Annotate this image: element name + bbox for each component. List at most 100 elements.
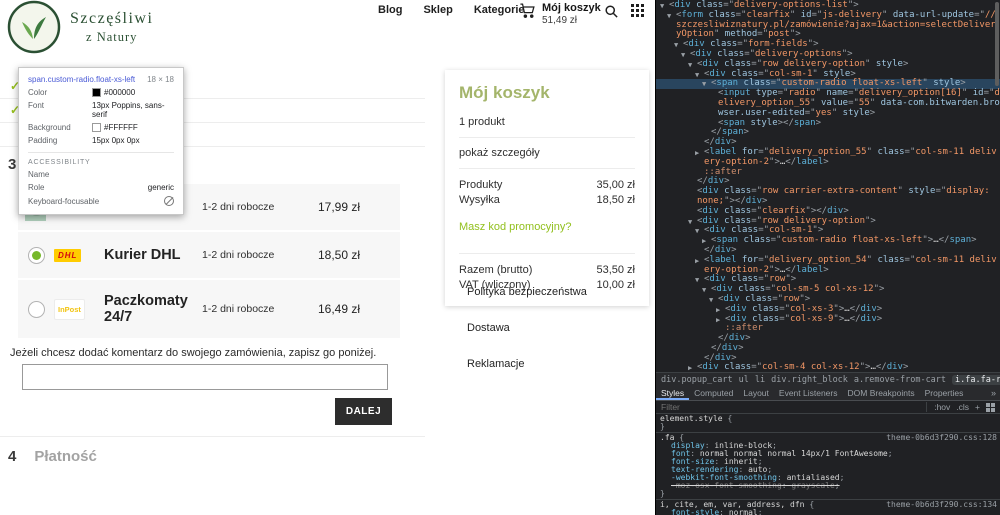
- shipping-radio[interactable]: [28, 301, 45, 318]
- css-rule: theme-0b6d3f290.css:134i, cite, em, var,…: [656, 500, 1000, 515]
- devtools-panel: ▼<div class="delivery-options-list">▼<fo…: [655, 0, 1000, 515]
- breadcrumb-item[interactable]: div.right_block: [771, 375, 848, 385]
- logo-text-line2: z Natury: [70, 30, 153, 45]
- css-declaration[interactable]: font-style: normal;: [660, 509, 996, 515]
- tooltip-header: span.custom-radio.float-xs-left 18 × 18: [28, 75, 174, 84]
- tooltip-row: Padding15px 0px 0px: [28, 136, 174, 145]
- css-rule: theme-0b6d3f290.css:128.fa {display: inl…: [656, 433, 1000, 500]
- cart-summary-title: Mój koszyk: [459, 83, 635, 103]
- tooltip-a11y-row: Name: [28, 170, 174, 179]
- styles-filter-input[interactable]: [661, 402, 771, 412]
- grid-icon[interactable]: [986, 403, 995, 412]
- summary-line: Produkty35,00 zł: [459, 178, 635, 193]
- logo-text: Szczęśliwi z Natury: [70, 10, 153, 45]
- styles-pane: element.style {}theme-0b6d3f290.css:128.…: [656, 414, 1000, 515]
- expand-arrow-icon[interactable]: ▼: [667, 12, 671, 22]
- summary-line: Wysyłka18,50 zł: [459, 193, 635, 208]
- info-link[interactable]: Polityka bezpieczeństwa: [467, 286, 587, 298]
- dom-tree-node[interactable]: ▼<div class="col-sm-5 col-xs-12">: [656, 285, 1000, 295]
- shipping-radio[interactable]: [28, 247, 45, 264]
- style-toggle[interactable]: :hov: [934, 402, 950, 412]
- stylesheet-link[interactable]: theme-0b6d3f290.css:128: [886, 434, 997, 442]
- dom-tree-node[interactable]: <span style></span>: [656, 119, 1000, 129]
- tooltip-row: Color#000000: [28, 88, 174, 97]
- cart-label: Mój koszyk: [542, 2, 601, 14]
- promo-code-link[interactable]: Masz kod promocyjny?: [459, 221, 635, 233]
- dom-tree-node[interactable]: <div class="row carrier-extra-content" s…: [656, 187, 1000, 207]
- shipping-price: 18,50 zł: [318, 248, 360, 262]
- order-comment-textarea[interactable]: [22, 364, 388, 390]
- dom-tree-node[interactable]: <input type="radio" name="delivery_optio…: [656, 89, 1000, 118]
- color-swatch: [92, 123, 101, 132]
- expand-arrow-icon[interactable]: ▶: [695, 149, 699, 159]
- shipping-option-row[interactable]: DHLKurier DHL1-2 dni robocze18,50 zł: [18, 232, 400, 278]
- inspected-selector: span.custom-radio.float-xs-left: [28, 75, 135, 84]
- tabs-overflow-button[interactable]: »: [987, 386, 1000, 400]
- style-toggle[interactable]: .cls: [956, 402, 969, 412]
- search-icon: [604, 4, 619, 19]
- tooltip-rows: Color#000000 Font13px Poppins, sans-serif…: [28, 88, 174, 145]
- cart-total: 51,49 zł: [542, 15, 601, 26]
- dom-tree-node[interactable]: ::after: [656, 324, 1000, 334]
- breadcrumb-item[interactable]: ul: [739, 375, 749, 385]
- dom-tree-node[interactable]: ▶<label for="delivery_option_54" class="…: [656, 256, 1000, 276]
- tooltip-a11y-row: Keyboard-focusable: [28, 196, 174, 206]
- search-button[interactable]: [604, 4, 619, 24]
- shipping-price: 17,99 zł: [318, 200, 360, 214]
- devtools-tab-styles[interactable]: Styles: [656, 386, 689, 400]
- cart-items-count: 1 produkt: [459, 116, 635, 128]
- breadcrumb-item[interactable]: li: [755, 375, 765, 385]
- inspected-size: 18 × 18: [147, 75, 174, 84]
- dom-tree-node[interactable]: ▼<form class="clearfix" id="js-delivery"…: [656, 11, 1000, 40]
- dhl-logo: DHL: [54, 249, 104, 262]
- show-details-link[interactable]: pokaż szczegóły: [459, 147, 635, 159]
- tooltip-a11y-row: Rolegeneric: [28, 183, 174, 192]
- inpost-logo: InPost: [54, 299, 104, 320]
- styles-filter-bar: :hov .cls +: [656, 401, 1000, 414]
- cart-icon: [519, 2, 536, 19]
- cart-summary-card: Mój koszyk 1 produkt pokaż szczegóły Pro…: [445, 70, 649, 306]
- apps-grid-button[interactable]: [631, 4, 644, 22]
- nav-link-blog[interactable]: Blog: [378, 4, 402, 16]
- breadcrumb-item[interactable]: div.popup_cart: [661, 375, 733, 385]
- dom-tree-node[interactable]: ▶<div class="col-xs-9">…</div>: [656, 315, 1000, 325]
- breadcrumb-item[interactable]: i.fa.fa-remove.pull-xs-left: [952, 375, 1000, 385]
- devtools-tab-computed[interactable]: Computed: [689, 386, 738, 400]
- css-selector[interactable]: element.style: [660, 414, 723, 423]
- browser-viewport: Szczęśliwi z Natury Blog Sklep Kategorie M…: [0, 0, 655, 515]
- logo-icon: [7, 0, 61, 54]
- accessibility-section-title: ACCESSIBILITY: [28, 152, 174, 166]
- apps-grid-icon: [631, 4, 644, 17]
- style-toggle[interactable]: +: [975, 402, 980, 412]
- tooltip-a11y-rows: Name Rolegeneric Keyboard-focusable: [28, 170, 174, 206]
- devtools-tab-properties[interactable]: Properties: [920, 386, 969, 400]
- breadcrumb-item[interactable]: a.remove-from-cart: [854, 375, 946, 385]
- tooltip-row: Font13px Poppins, sans-serif: [28, 101, 174, 119]
- css-declaration[interactable]: -moz-osx-font-smoothing: grayscale;: [660, 482, 996, 490]
- devtools-tab-dom-breakpoints[interactable]: DOM Breakpoints: [843, 386, 920, 400]
- dom-tree-node[interactable]: ▶<label for="delivery_option_55" class="…: [656, 148, 1000, 168]
- devtools-tab-event-listeners[interactable]: Event Listeners: [774, 386, 843, 400]
- shipping-option-row[interactable]: InPostPaczkomaty 24/71-2 dni robocze16,4…: [18, 280, 400, 338]
- step4-number: 4: [8, 448, 16, 465]
- scrollbar-thumb[interactable]: [995, 2, 999, 86]
- info-link[interactable]: Reklamacje: [467, 358, 587, 370]
- elements-tree: ▼<div class="delivery-options-list">▼<fo…: [656, 0, 1000, 373]
- nav-link-sklep[interactable]: Sklep: [423, 4, 452, 16]
- expand-arrow-icon[interactable]: ▶: [695, 257, 699, 267]
- devtools-tab-layout[interactable]: Layout: [738, 386, 774, 400]
- continue-button[interactable]: DALEJ: [335, 398, 392, 425]
- step4-title: Płatność: [34, 448, 97, 465]
- breadcrumb-bar: div.popup_cart ulli div.right_block a.remov…: [656, 372, 1000, 386]
- logo-text-line1: Szczęśliwi: [70, 10, 153, 28]
- header-cart[interactable]: Mój koszyk 51,49 zł: [519, 2, 601, 26]
- stylesheet-link[interactable]: theme-0b6d3f290.css:134: [886, 501, 997, 509]
- site-logo[interactable]: Szczęśliwi z Natury: [7, 0, 153, 54]
- step4-heading: 4 Płatność: [8, 448, 97, 465]
- info-link[interactable]: Dostawa: [467, 322, 587, 334]
- nav-link-kategorie[interactable]: Kategorie: [474, 4, 525, 16]
- color-swatch: [92, 88, 101, 97]
- dom-tree-node[interactable]: </div>: [656, 334, 1000, 344]
- devtools-tab-bar: StylesComputedLayoutEvent ListenersDOM B…: [656, 386, 1000, 401]
- carrier-name: Kurier DHL: [104, 247, 202, 263]
